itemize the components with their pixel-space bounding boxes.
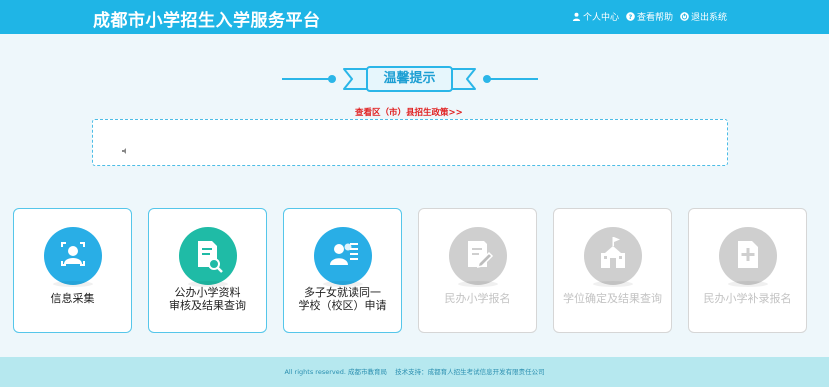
tips-ribbon: 温馨提示 — [343, 63, 476, 95]
personal-center-link[interactable]: 个人中心 — [572, 10, 619, 23]
card-label-private-supplementary-registration: 民办小学补录报名 — [703, 292, 792, 305]
edit-form-icon — [449, 227, 507, 285]
card-placement-result-query: 学位确定及结果查询 — [553, 208, 672, 333]
view-help-link[interactable]: ? 查看帮助 — [626, 10, 673, 23]
speaker-icon — [121, 140, 129, 154]
info-collect-icon — [44, 227, 102, 285]
footer-tech-support: 技术支持：成都育人招生考试信息开发有限责任公司 — [395, 368, 545, 376]
help-icon: ? — [626, 12, 635, 21]
card-label-line-2: 学校（校区）申请 — [298, 299, 387, 312]
svg-text:?: ? — [629, 14, 633, 21]
tips-left-line — [282, 78, 330, 80]
card-label-line-1: 公办小学资料 — [174, 286, 241, 299]
header-nav: 个人中心 ? 查看帮助 退出系统 — [572, 10, 727, 23]
icon-reflection — [728, 281, 768, 287]
icon-reflection — [593, 281, 633, 287]
logout-icon — [680, 12, 689, 21]
card-info-collection[interactable]: 信息采集 — [13, 208, 132, 333]
card-private-supplementary-registration: 民办小学补录报名 — [688, 208, 807, 333]
notice-box — [92, 119, 728, 166]
card-label-line-2: 审核及结果查询 — [169, 299, 246, 312]
platform-title: 成都市小学招生入学服务平台 — [93, 11, 321, 31]
logout-link[interactable]: 退出系统 — [680, 10, 727, 23]
tips-heading: 温馨提示 — [282, 63, 538, 95]
card-label-multi-child-application: 多子女就读同一 学校（校区）申请 — [284, 286, 401, 312]
card-label-placement-result-query: 学位确定及结果查询 — [563, 292, 662, 305]
tips-title: 温馨提示 — [366, 66, 453, 92]
personal-center-label: 个人中心 — [583, 13, 620, 23]
icon-reflection — [458, 281, 498, 287]
logout-label: 退出系统 — [691, 13, 728, 23]
multi-child-icon — [314, 227, 372, 285]
tips-left-dot — [328, 75, 336, 83]
user-icon — [572, 12, 581, 21]
top-header-bar: 成都市小学招生入学服务平台 个人中心 ? 查看帮助 退出系统 — [0, 0, 829, 34]
district-policy-link[interactable]: 查看区（市）县招生政策>> — [355, 106, 463, 118]
card-label-public-school-review: 公办小学资料 审核及结果查询 — [149, 286, 266, 312]
document-search-icon — [179, 227, 237, 285]
school-building-icon — [584, 227, 642, 285]
card-label-line-1: 多子女就读同一 — [304, 286, 381, 299]
page-footer: All rights reserved. 成都市教育局 技术支持：成都育人招生考… — [0, 357, 829, 387]
card-label-private-school-registration: 民办小学报名 — [444, 292, 511, 305]
card-public-school-review[interactable]: 公办小学资料 审核及结果查询 — [148, 208, 267, 333]
card-private-school-registration: 民办小学报名 — [418, 208, 537, 333]
icon-reflection — [53, 281, 93, 287]
add-document-icon — [719, 227, 777, 285]
card-multi-child-application[interactable]: 多子女就读同一 学校（校区）申请 — [283, 208, 402, 333]
view-help-label: 查看帮助 — [637, 13, 674, 23]
card-label-info-collection: 信息采集 — [50, 292, 95, 305]
tips-right-line — [488, 78, 538, 80]
footer-rights: All rights reserved. 成都市教育局 — [284, 368, 387, 376]
